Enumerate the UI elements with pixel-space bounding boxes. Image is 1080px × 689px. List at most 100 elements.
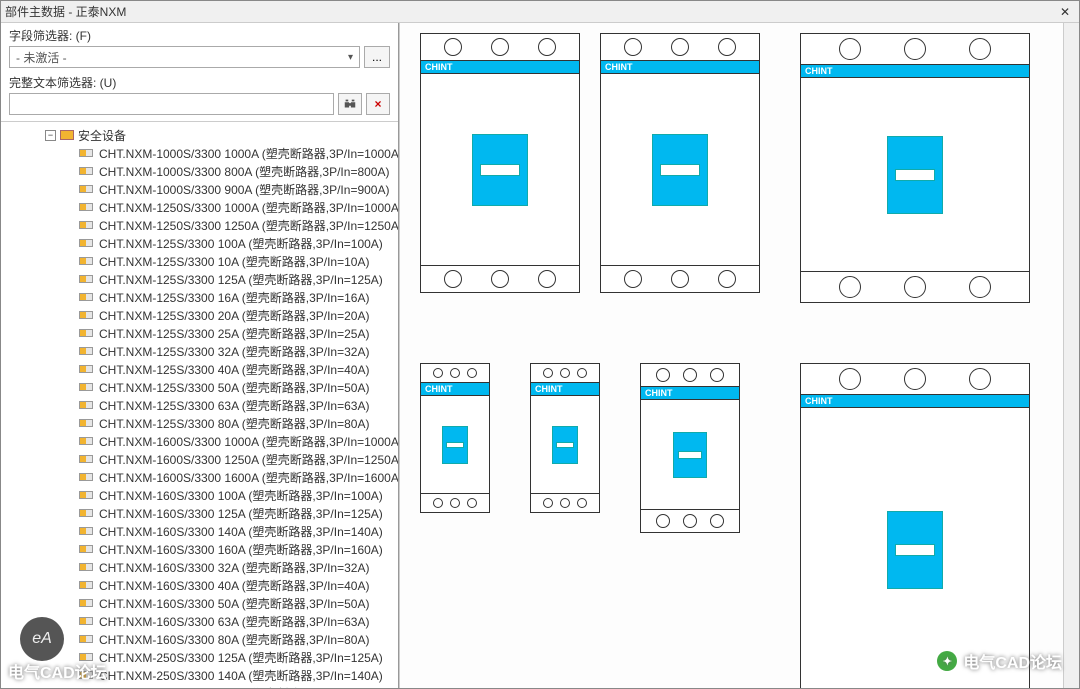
tree-item-label: CHT.NXM-1250S/3300 1250A (塑壳断路器,3P/In=12… <box>99 217 398 234</box>
part-icon <box>79 203 93 211</box>
tree-item-label: CHT.NXM-1600S/3300 1600A (塑壳断路器,3P/In=16… <box>99 469 398 486</box>
vertical-scrollbar[interactable] <box>1063 23 1079 688</box>
tree-item[interactable]: CHT.NXM-1000S/3300 800A (塑壳断路器,3P/In=800… <box>1 162 398 180</box>
tree-item-label: CHT.NXM-125S/3300 32A (塑壳断路器,3P/In=32A) <box>99 343 369 360</box>
part-icon <box>79 401 93 409</box>
part-icon <box>79 311 93 319</box>
tree-item[interactable]: CHT.NXM-1600S/3300 1600A (塑壳断路器,3P/In=16… <box>1 468 398 486</box>
tree-item[interactable]: CHT.NXM-125S/3300 20A (塑壳断路器,3P/In=20A) <box>1 306 398 324</box>
part-icon <box>79 293 93 301</box>
breaker-preview: CHINT <box>640 363 740 533</box>
tree-root-node[interactable]: − 安全设备 <box>1 126 398 144</box>
part-icon <box>79 329 93 337</box>
breaker-preview: CHINT <box>800 363 1030 688</box>
tree-root-label: 安全设备 <box>78 127 126 144</box>
ea-badge: eA <box>20 617 64 661</box>
part-icon <box>79 221 93 229</box>
tree-item-label: CHT.NXM-1000S/3300 1000A (塑壳断路器,3P/In=10… <box>99 145 398 162</box>
part-icon <box>79 149 93 157</box>
tree-item[interactable]: CHT.NXM-125S/3300 40A (塑壳断路器,3P/In=40A) <box>1 360 398 378</box>
fulltext-filter-input[interactable] <box>9 93 334 115</box>
field-filter-more-button[interactable]: ... <box>364 46 390 68</box>
tree-item-label: CHT.NXM-250S/3300 160A (塑壳断路器,3P/In=160A… <box>99 685 383 689</box>
part-icon <box>79 581 93 589</box>
tree-item[interactable]: CHT.NXM-125S/3300 25A (塑壳断路器,3P/In=25A) <box>1 324 398 342</box>
tree-item[interactable]: CHT.NXM-160S/3300 125A (塑壳断路器,3P/In=125A… <box>1 504 398 522</box>
brand-label: CHINT <box>601 60 759 74</box>
tree-item[interactable]: CHT.NXM-125S/3300 16A (塑壳断路器,3P/In=16A) <box>1 288 398 306</box>
tree-item[interactable]: CHT.NXM-1000S/3300 900A (塑壳断路器,3P/In=900… <box>1 180 398 198</box>
breaker-preview: CHINT <box>800 33 1030 303</box>
preview-canvas[interactable]: CHINT CHINT CHINT <box>399 23 1063 688</box>
tree-item[interactable]: CHT.NXM-125S/3300 80A (塑壳断路器,3P/In=80A) <box>1 414 398 432</box>
tree-item-label: CHT.NXM-250S/3300 125A (塑壳断路器,3P/In=125A… <box>99 649 383 666</box>
tree-item[interactable]: CHT.NXM-1250S/3300 1000A (塑壳断路器,3P/In=10… <box>1 198 398 216</box>
tree-item[interactable]: CHT.NXM-160S/3300 50A (塑壳断路器,3P/In=50A) <box>1 594 398 612</box>
folder-icon <box>60 130 74 140</box>
part-icon <box>79 473 93 481</box>
tree-item[interactable]: CHT.NXM-1600S/3300 1250A (塑壳断路器,3P/In=12… <box>1 450 398 468</box>
field-filter-label: 字段筛选器: (F) <box>9 27 390 44</box>
tree-item-label: CHT.NXM-1600S/3300 1000A (塑壳断路器,3P/In=10… <box>99 433 398 450</box>
tree-item[interactable]: CHT.NXM-160S/3300 40A (塑壳断路器,3P/In=40A) <box>1 576 398 594</box>
search-button[interactable] <box>338 93 362 115</box>
part-icon <box>79 509 93 517</box>
collapse-icon[interactable]: − <box>45 130 56 141</box>
tree-item[interactable]: CHT.NXM-160S/3300 100A (塑壳断路器,3P/In=100A… <box>1 486 398 504</box>
part-icon <box>79 617 93 625</box>
brand-label: CHINT <box>421 60 579 74</box>
field-filter-value: - 未激活 - <box>16 49 67 66</box>
watermark-left: 电气CAD论坛 <box>8 659 107 683</box>
tree-item[interactable]: CHT.NXM-125S/3300 100A (塑壳断路器,3P/In=100A… <box>1 234 398 252</box>
brand-label: CHINT <box>531 382 599 396</box>
tree-item[interactable]: CHT.NXM-160S/3300 160A (塑壳断路器,3P/In=160A… <box>1 540 398 558</box>
left-panel: 字段筛选器: (F) - 未激活 - ▾ ... 完整文本筛选器: (U) × <box>1 23 399 688</box>
tree-item-label: CHT.NXM-125S/3300 125A (塑壳断路器,3P/In=125A… <box>99 271 383 288</box>
breaker-preview: CHINT <box>420 33 580 293</box>
part-icon <box>79 545 93 553</box>
part-icon <box>79 455 93 463</box>
tree-item-label: CHT.NXM-250S/3300 140A (塑壳断路器,3P/In=140A… <box>99 667 383 684</box>
tree-item-label: CHT.NXM-160S/3300 125A (塑壳断路器,3P/In=125A… <box>99 505 383 522</box>
tree-item-label: CHT.NXM-125S/3300 63A (塑壳断路器,3P/In=63A) <box>99 397 369 414</box>
part-icon <box>79 383 93 391</box>
tree-item[interactable]: CHT.NXM-160S/3300 32A (塑壳断路器,3P/In=32A) <box>1 558 398 576</box>
tree-item-label: CHT.NXM-125S/3300 10A (塑壳断路器,3P/In=10A) <box>99 253 369 270</box>
brand-label: CHINT <box>421 382 489 396</box>
fulltext-filter-label: 完整文本筛选器: (U) <box>9 74 390 91</box>
tree-item[interactable]: CHT.NXM-125S/3300 63A (塑壳断路器,3P/In=63A) <box>1 396 398 414</box>
part-icon <box>79 437 93 445</box>
tree-item[interactable]: CHT.NXM-1000S/3300 1000A (塑壳断路器,3P/In=10… <box>1 144 398 162</box>
tree-item-label: CHT.NXM-160S/3300 80A (塑壳断路器,3P/In=80A) <box>99 631 369 648</box>
field-filter-select[interactable]: - 未激活 - ▾ <box>9 46 360 68</box>
tree-item-label: CHT.NXM-160S/3300 40A (塑壳断路器,3P/In=40A) <box>99 577 369 594</box>
tree-item-label: CHT.NXM-125S/3300 80A (塑壳断路器,3P/In=80A) <box>99 415 369 432</box>
watermark-right: ✦ 电气CAD论坛 <box>937 649 1062 673</box>
chevron-down-icon: ▾ <box>348 52 353 63</box>
tree-item[interactable]: CHT.NXM-1250S/3300 1250A (塑壳断路器,3P/In=12… <box>1 216 398 234</box>
breaker-preview: CHINT <box>530 363 600 513</box>
part-icon <box>79 563 93 571</box>
clear-filter-button[interactable]: × <box>366 93 390 115</box>
close-icon[interactable]: ✕ <box>1055 4 1075 20</box>
tree-item[interactable]: CHT.NXM-125S/3300 125A (塑壳断路器,3P/In=125A… <box>1 270 398 288</box>
tree-item-label: CHT.NXM-160S/3300 100A (塑壳断路器,3P/In=100A… <box>99 487 383 504</box>
tree-item-label: CHT.NXM-125S/3300 40A (塑壳断路器,3P/In=40A) <box>99 361 369 378</box>
part-icon <box>79 527 93 535</box>
tree-item[interactable]: CHT.NXM-125S/3300 10A (塑壳断路器,3P/In=10A) <box>1 252 398 270</box>
tree-item[interactable]: CHT.NXM-1600S/3300 1000A (塑壳断路器,3P/In=10… <box>1 432 398 450</box>
brand-label: CHINT <box>641 386 739 400</box>
parts-tree[interactable]: − 安全设备 CHT.NXM-1000S/3300 1000A (塑壳断路器,3… <box>1 121 398 688</box>
tree-item-label: CHT.NXM-1600S/3300 1250A (塑壳断路器,3P/In=12… <box>99 451 398 468</box>
tree-item-label: CHT.NXM-1250S/3300 1000A (塑壳断路器,3P/In=10… <box>99 199 398 216</box>
tree-item[interactable]: CHT.NXM-250S/3300 160A (塑壳断路器,3P/In=160A… <box>1 684 398 688</box>
tree-item[interactable]: CHT.NXM-160S/3300 140A (塑壳断路器,3P/In=140A… <box>1 522 398 540</box>
tree-item-label: CHT.NXM-125S/3300 50A (塑壳断路器,3P/In=50A) <box>99 379 369 396</box>
tree-item[interactable]: CHT.NXM-125S/3300 50A (塑壳断路器,3P/In=50A) <box>1 378 398 396</box>
part-icon <box>79 491 93 499</box>
part-icon <box>79 275 93 283</box>
tree-item-label: CHT.NXM-160S/3300 32A (塑壳断路器,3P/In=32A) <box>99 559 369 576</box>
tree-item[interactable]: CHT.NXM-125S/3300 32A (塑壳断路器,3P/In=32A) <box>1 342 398 360</box>
part-icon <box>79 365 93 373</box>
part-icon <box>79 635 93 643</box>
